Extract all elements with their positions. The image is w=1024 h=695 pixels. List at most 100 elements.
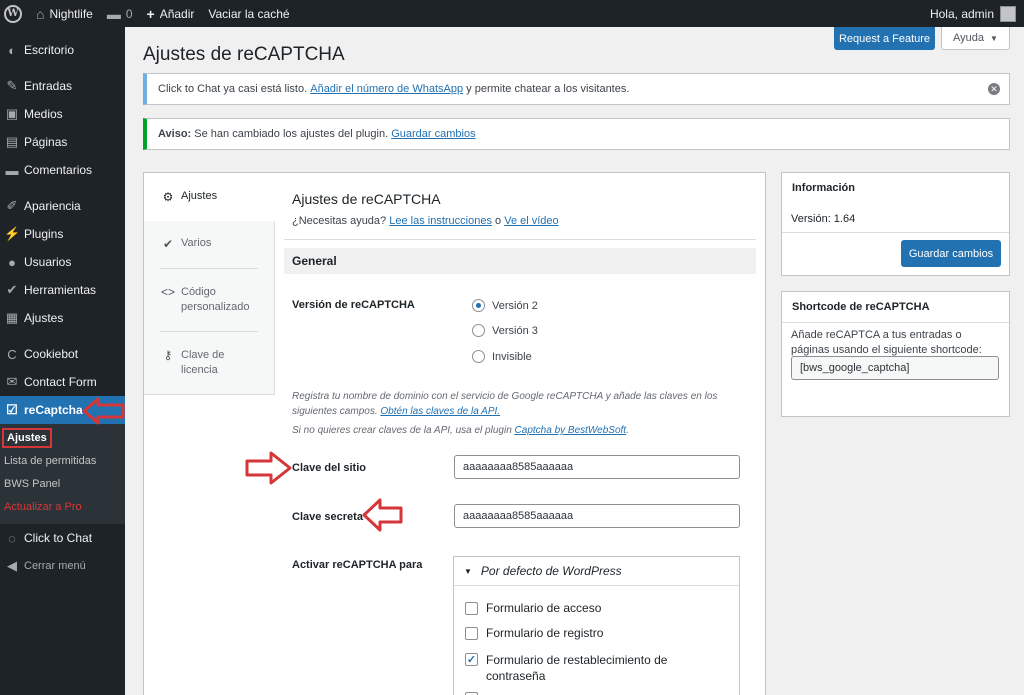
checkbox[interactable] (465, 627, 478, 640)
sidebar-item-usuarios[interactable]: ● Usuarios (0, 248, 125, 276)
radio-invisible[interactable]: Invisible (472, 350, 532, 363)
sidebar-item-cookiebot[interactable]: C Cookiebot (0, 340, 125, 368)
gear-icon: ⚙ (162, 190, 174, 204)
site-name-link[interactable]: ⌂ Nightlife (29, 0, 100, 27)
settings-tabs: ⚙ Ajustes ✔ Varios <> Código personaliza… (144, 173, 276, 395)
my-account-link[interactable]: Hola, admin (923, 0, 1024, 27)
sidebar-item-apariencia[interactable]: ✐ Apariencia (0, 192, 125, 220)
comments-count: 0 (125, 6, 133, 21)
info-box-divider (782, 232, 1009, 233)
sidebar-item-label: Click to Chat (24, 531, 93, 545)
help-button[interactable]: Ayuda ▼ (941, 27, 1010, 50)
recaptcha-version-label: Versión de reCAPTCHA (292, 299, 415, 311)
caret-down-icon: ▼ (990, 33, 998, 43)
shortcode-description: Añade reCAPTCA a tus entradas o páginas … (791, 329, 982, 356)
submenu-item-lista-permitidas[interactable]: Lista de permitidas (0, 450, 125, 473)
checkbox-login-form[interactable]: Formulario de acceso (465, 601, 601, 615)
settings-saved-notice: Aviso: Se han cambiado los ajustes del p… (143, 118, 1010, 150)
submenu-item-ajustes[interactable]: Ajustes (0, 427, 125, 450)
wordpress-forms-accordion: ▼ Por defecto de WordPress Formulario de… (453, 556, 740, 695)
annotation-arrow-recaptcha (82, 397, 125, 425)
plus-icon: + (146, 5, 155, 22)
notice-label: Aviso: (158, 128, 192, 140)
tab-varios[interactable]: ✔ Varios (144, 237, 275, 251)
close-icon[interactable]: ✕ (988, 83, 1000, 95)
radio-version-2[interactable]: Versión 2 (472, 299, 538, 312)
secret-key-input[interactable]: aaaaaaaa8585aaaaaa (454, 504, 740, 528)
sidebar-item-escritorio[interactable]: ◐ Escritorio (0, 36, 125, 64)
accordion-header[interactable]: ▼ Por defecto de WordPress (454, 557, 739, 586)
sidebar-item-comentarios[interactable]: ▬ Comentarios (0, 156, 125, 184)
admin-sidebar: ◐ Escritorio ✎ Entradas ▣ Medios ▤ Páginas ▬… (0, 27, 125, 695)
captcha-bestwebsoft-link[interactable]: Captcha by BestWebSoft (515, 425, 627, 436)
wordpress-logo-button[interactable]: W (0, 0, 29, 27)
home-icon: ⌂ (36, 5, 45, 22)
sidebar-item-label: Entradas (24, 79, 73, 93)
sidebar-item-herramientas[interactable]: ✔ Herramientas (0, 276, 125, 304)
shortcode-input[interactable]: [bws_google_captcha] (791, 356, 999, 380)
sidebar-item-ajustes[interactable]: ▦ Ajustes (0, 304, 125, 332)
submenu-item-actualizar-pro[interactable]: Actualizar a Pro (0, 496, 125, 519)
description-text: Si no quieres crear claves de la API, us… (292, 425, 512, 436)
sidebar-item-label: Páginas (24, 135, 68, 149)
radio-label: Versión 3 (492, 324, 538, 337)
sidebar-item-medios[interactable]: ▣ Medios (0, 100, 125, 128)
checkbox-label: Formulario de restablecimiento de contra… (486, 653, 668, 683)
tab-label: Código personalizado (181, 286, 250, 313)
read-instructions-link[interactable]: Lee las instrucciones (389, 215, 492, 227)
submenu-item-bws-panel[interactable]: BWS Panel (0, 473, 125, 496)
sidebar-item-paginas[interactable]: ▤ Páginas (0, 128, 125, 156)
checkbox-checked[interactable]: ✓ (465, 653, 478, 666)
tab-ajustes[interactable]: ⚙ Ajustes (144, 173, 276, 221)
tab-codigo-personalizado[interactable]: <> Código personalizado (144, 285, 275, 315)
collapse-icon: ◀ (7, 558, 17, 573)
accordion-title: Por defecto de WordPress (480, 564, 622, 578)
request-feature-button[interactable]: Request a Feature (834, 27, 935, 50)
media-icon: ▣ (5, 106, 19, 121)
add-whatsapp-link[interactable]: Añadir el número de WhatsApp (310, 83, 463, 95)
watch-video-link[interactable]: Ve el vídeo (504, 215, 558, 227)
sidebar-item-click-to-chat[interactable]: ◌ Click to Chat (0, 524, 125, 552)
sidebar-item-contact-form[interactable]: ✉ Contact Form (0, 368, 125, 396)
activate-recaptcha-label: Activar reCAPTCHA para (292, 559, 423, 571)
captcha-plugin-description: Si no quieres crear claves de la API, us… (292, 425, 629, 436)
wrench-icon: ✔ (6, 282, 18, 297)
sidebar-item-plugins[interactable]: ⚡ Plugins (0, 220, 125, 248)
checkbox-password-reset-form[interactable]: ✓ Formulario de restablecimiento de cont… (465, 652, 715, 684)
plugin-version: Versión: 1.64 (791, 213, 856, 225)
sidebar-item-label: Cookiebot (24, 347, 79, 361)
save-changes-button[interactable]: Guardar cambios (901, 240, 1001, 267)
collapse-menu-button[interactable]: ◀ Cerrar menú (0, 552, 125, 580)
sidebar-item-label: Usuarios (24, 255, 72, 269)
radio-button[interactable] (472, 350, 485, 363)
sidebar-item-label: Contact Form (24, 375, 97, 389)
notice-text: y permite chatear a los visitantes. (466, 83, 630, 95)
radio-button[interactable] (472, 324, 485, 337)
page-icon: ▤ (5, 134, 19, 149)
settings-panel: ⚙ Ajustes ✔ Varios <> Código personaliza… (143, 172, 766, 695)
comment-icon: ▬ (106, 5, 121, 22)
description-text: Registra tu nombre de dominio con el ser… (292, 391, 718, 417)
radio-label: Invisible (492, 350, 532, 363)
admin-bar: W ⌂ Nightlife ▬ 0 + Añadir Vaciar la cac… (0, 0, 1024, 27)
sidebar-item-entradas[interactable]: ✎ Entradas (0, 72, 125, 100)
get-api-keys-link[interactable]: Obtén las claves de la API. (380, 406, 500, 417)
comments-link[interactable]: ▬ 0 (100, 0, 140, 27)
tab-clave-licencia[interactable]: ⚷ Clave de licencia (144, 348, 275, 378)
new-content-link[interactable]: + Añadir (140, 0, 202, 27)
mail-icon: ✉ (6, 374, 18, 389)
checkbox[interactable] (465, 602, 478, 615)
annotation-arrow-site-key (245, 451, 292, 485)
new-content-label: Añadir (159, 6, 195, 21)
save-changes-link[interactable]: Guardar cambios (391, 128, 475, 140)
radio-button[interactable] (472, 299, 485, 312)
radio-version-3[interactable]: Versión 3 (472, 324, 538, 337)
click-to-chat-notice: Click to Chat ya casi está listo. Añadir… (143, 73, 1010, 105)
checkbox-partial[interactable] (465, 691, 486, 695)
checkbox-registration-form[interactable]: Formulario de registro (465, 626, 603, 640)
sidebar-item-label: Medios (24, 107, 63, 121)
general-heading: General (284, 248, 756, 274)
site-key-input[interactable]: aaaaaaaa8585aaaaaa (454, 455, 740, 479)
key-icon: ⚷ (163, 348, 173, 362)
clear-cache-link[interactable]: Vaciar la caché (201, 0, 296, 27)
